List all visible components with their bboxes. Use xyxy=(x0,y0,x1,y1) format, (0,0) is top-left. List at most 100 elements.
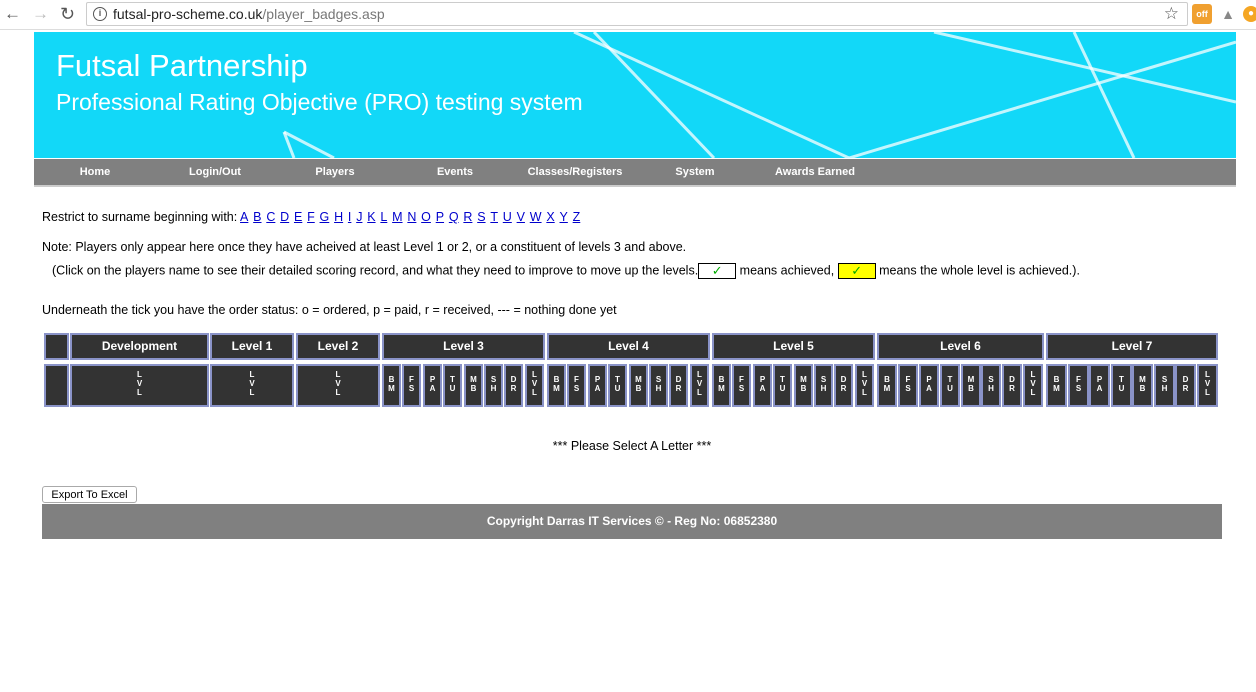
letter-link-k[interactable]: K xyxy=(367,210,375,224)
letter-link-v[interactable]: V xyxy=(517,210,525,224)
table-subheader-dr: DR xyxy=(834,364,853,407)
table-header-level-4: Level 4 xyxy=(547,333,710,360)
level-achieved-tick-icon: ✓ xyxy=(837,263,876,279)
table-header-level-3: Level 3 xyxy=(382,333,545,360)
menu-system[interactable]: System xyxy=(635,166,755,178)
extension-icon[interactable]: ● xyxy=(1243,6,1256,22)
address-bar[interactable]: i futsal-pro-scheme.co.uk/player_badges.… xyxy=(86,2,1188,26)
table-subheader-pa: PA xyxy=(588,364,607,407)
letter-link-w[interactable]: W xyxy=(530,210,542,224)
table-subheader-mb: MB xyxy=(1132,364,1153,407)
letter-link-n[interactable]: N xyxy=(407,210,416,224)
table-subheader-mb: MB xyxy=(794,364,813,407)
menu-home[interactable]: Home xyxy=(35,166,155,178)
letter-link-q[interactable]: Q xyxy=(449,210,459,224)
table-subheader-pa: PA xyxy=(753,364,772,407)
table-subheader-mb: MB xyxy=(961,364,981,407)
letter-link-f[interactable]: F xyxy=(307,210,315,224)
table-subheader-dr: DR xyxy=(504,364,523,407)
table-subheader-fs: FS xyxy=(567,364,586,407)
info-icon[interactable]: i xyxy=(93,7,107,21)
site-subtitle: Professional Rating Objective (PRO) test… xyxy=(56,89,583,115)
drive-extension-icon[interactable]: ▲ xyxy=(1218,4,1238,24)
table-header-development: Development xyxy=(70,333,209,360)
table-subheader-fs: FS xyxy=(732,364,751,407)
letter-link-j[interactable]: J xyxy=(356,210,362,224)
table-subheader-fs: FS xyxy=(898,364,918,407)
letter-link-u[interactable]: U xyxy=(503,210,512,224)
letter-link-y[interactable]: Y xyxy=(560,210,568,224)
table-subheader-dr: DR xyxy=(669,364,688,407)
letter-link-b[interactable]: B xyxy=(253,210,261,224)
forward-icon[interactable]: → xyxy=(32,3,49,25)
select-letter-message: *** Please Select A Letter *** xyxy=(552,439,712,453)
table-subheader-bm: BM xyxy=(1046,364,1067,407)
menu-login[interactable]: Login/Out xyxy=(155,166,275,178)
letter-link-d[interactable]: D xyxy=(280,210,289,224)
letter-link-g[interactable]: G xyxy=(320,210,330,224)
menu-awards[interactable]: Awards Earned xyxy=(755,166,875,178)
table-subheader-sh: SH xyxy=(1154,364,1175,407)
table-header-level-7: Level 7 xyxy=(1046,333,1218,360)
table-header-level-6: Level 6 xyxy=(877,333,1044,360)
table-subheader-mb: MB xyxy=(464,364,483,407)
letter-link-l[interactable]: L xyxy=(380,210,387,224)
table-subheader-bm: BM xyxy=(382,364,401,407)
letter-link-m[interactable]: M xyxy=(392,210,402,224)
table-subheader-tu: TU xyxy=(608,364,627,407)
table-subheader-bm: BM xyxy=(547,364,566,407)
browser-toolbar: ← → ↻ i futsal-pro-scheme.co.uk/player_b… xyxy=(0,0,1256,30)
note-click: (Click on the players name to see their … xyxy=(52,263,1080,279)
table-subheader-tu: TU xyxy=(940,364,960,407)
table-subheader-sh: SH xyxy=(649,364,668,407)
order-status-note: Underneath the tick you have the order s… xyxy=(42,303,617,317)
table-subheader-tu: TU xyxy=(773,364,792,407)
table-subheader-bm: BM xyxy=(877,364,897,407)
menu-classes[interactable]: Classes/Registers xyxy=(515,166,635,178)
footer: Copyright Darras IT Services © - Reg No:… xyxy=(42,504,1222,539)
table-subheader-pa: PA xyxy=(1089,364,1110,407)
letter-link-p[interactable]: P xyxy=(436,210,444,224)
letter-link-z[interactable]: Z xyxy=(573,210,581,224)
letter-link-r[interactable]: R xyxy=(463,210,472,224)
letter-link-x[interactable]: X xyxy=(546,210,554,224)
surname-filter: Restrict to surname beginning with: ABCD… xyxy=(42,210,585,224)
table-subheader-pa: PA xyxy=(423,364,442,407)
table-subheader-sh: SH xyxy=(484,364,503,407)
badges-table: Development L V L Level 1 L V L Level 2 L V L Level … xyxy=(44,333,1218,407)
table-subheader-blank xyxy=(44,364,69,407)
menu-events[interactable]: Events xyxy=(395,166,515,178)
letter-link-o[interactable]: O xyxy=(421,210,431,224)
letter-link-h[interactable]: H xyxy=(334,210,343,224)
reload-icon[interactable]: ↻ xyxy=(60,3,75,25)
table-subheader-bm: BM xyxy=(712,364,731,407)
menu-players[interactable]: Players xyxy=(275,166,395,178)
table-subheader-fs: FS xyxy=(402,364,421,407)
letter-link-i[interactable]: I xyxy=(348,210,351,224)
back-icon[interactable]: ← xyxy=(4,3,21,25)
table-subheader-mb: MB xyxy=(629,364,648,407)
extension-off-icon[interactable]: off xyxy=(1192,4,1212,24)
table-subheader-lvl: LVL xyxy=(690,364,709,407)
letter-link-e[interactable]: E xyxy=(294,210,302,224)
table-subheader-dr: DR xyxy=(1002,364,1022,407)
letter-link-s[interactable]: S xyxy=(477,210,485,224)
table-subheader-lvl: LVL xyxy=(1197,364,1218,407)
letter-link-a[interactable]: A xyxy=(240,210,248,224)
bookmark-star-icon[interactable]: ☆ xyxy=(1164,4,1179,24)
table-subheader-lvl: LVL xyxy=(210,364,294,407)
filter-label: Restrict to surname beginning with: xyxy=(42,210,238,224)
table-header-level-5: Level 5 xyxy=(712,333,875,360)
table-subheader-pa: PA xyxy=(919,364,939,407)
table-subheader-lvl: LVL xyxy=(855,364,874,407)
achieved-tick-icon: ✓ xyxy=(698,263,737,279)
table-subheader-sh: SH xyxy=(981,364,1001,407)
table-subheader-fs: FS xyxy=(1068,364,1089,407)
letter-link-t[interactable]: T xyxy=(490,210,498,224)
table-subheader-tu: TU xyxy=(443,364,462,407)
table-subheader-lvl: LVL xyxy=(1023,364,1043,407)
letter-link-c[interactable]: C xyxy=(266,210,275,224)
table-header-blank xyxy=(44,333,69,360)
export-to-excel-button[interactable]: Export To Excel xyxy=(42,486,137,503)
table-subheader-lvl: LVL xyxy=(296,364,380,407)
